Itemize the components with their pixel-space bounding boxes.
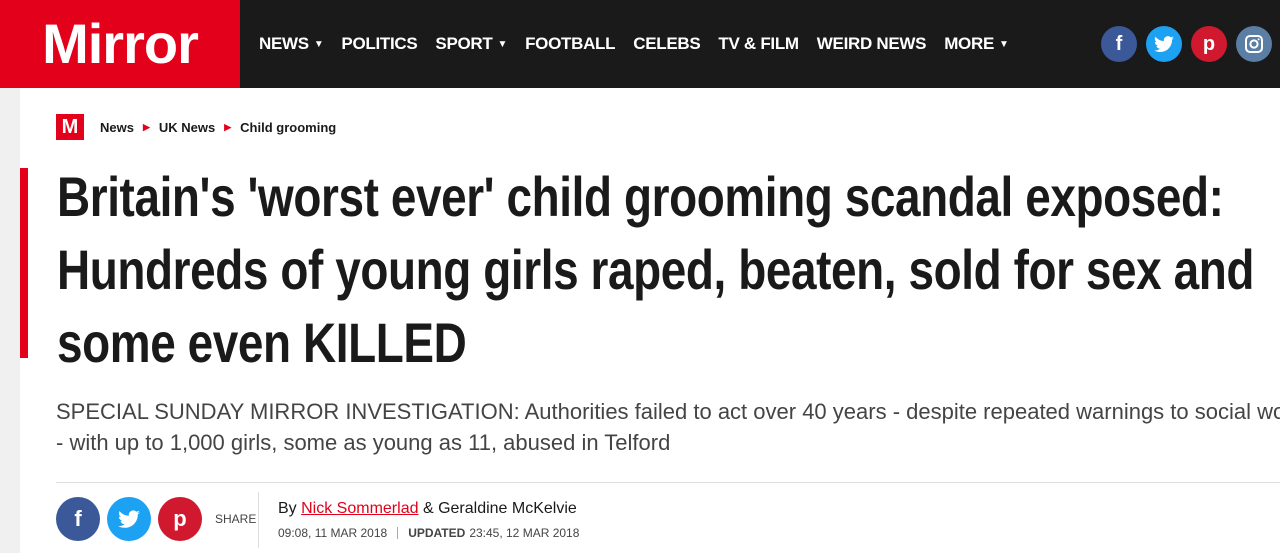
- caret-right-icon: ▶: [224, 121, 232, 132]
- article-headline: Britain's 'worst ever' child grooming sc…: [57, 160, 1255, 379]
- date-divider: [397, 527, 399, 539]
- byline-prefix: By: [278, 500, 297, 517]
- chevron-down-icon: ▼: [313, 38, 324, 50]
- article-container: M News ▶ UK News ▶ Child grooming Britai…: [20, 88, 1280, 553]
- nav-item-politics[interactable]: POLITICS: [341, 34, 417, 54]
- pinterest-icon[interactable]: p: [1191, 26, 1227, 62]
- top-nav-bar: Mirror NEWS ▼ POLITICS SPORT ▼ FOOTBALL CE…: [0, 0, 1280, 88]
- nav-item-football[interactable]: FOOTBALL: [525, 34, 615, 54]
- published-time: 09:08, 11 MAR 2018: [278, 526, 388, 540]
- article-dates: 09:08, 11 MAR 2018 UPDATED 23:45, 12 MAR…: [278, 526, 579, 540]
- chevron-down-icon: ▼: [497, 38, 508, 50]
- nav-item-celebs[interactable]: CELEBS: [633, 34, 700, 54]
- article-standfirst: SPECIAL SUNDAY MIRROR INVESTIGATION: Aut…: [56, 396, 1280, 458]
- byline-separator: [258, 492, 259, 548]
- nav-item-weird-news[interactable]: WEIRD NEWS: [817, 34, 927, 54]
- social-links: f p: [1101, 26, 1272, 62]
- standfirst-line: SPECIAL SUNDAY MIRROR INVESTIGATION: Aut…: [56, 399, 1280, 424]
- share-label: SHARE: [215, 512, 257, 526]
- share-twitter-icon[interactable]: [107, 497, 151, 541]
- headline-line: Britain's 'worst ever' child grooming sc…: [57, 165, 1224, 228]
- author-name: Geraldine McKelvie: [438, 500, 577, 517]
- nav-item-sport[interactable]: SPORT ▼: [435, 34, 507, 54]
- nav-item-tv-film[interactable]: TV & FILM: [718, 34, 799, 54]
- share-bar: f p SHARE: [56, 497, 256, 541]
- share-facebook-icon[interactable]: f: [56, 497, 100, 541]
- caret-right-icon: ▶: [142, 121, 150, 132]
- mirror-logo[interactable]: Mirror: [0, 0, 240, 88]
- mirror-m-badge[interactable]: M: [56, 114, 84, 140]
- twitter-icon[interactable]: [1146, 26, 1182, 62]
- author-link[interactable]: Nick Sommerlad: [301, 500, 418, 517]
- updated-label: UPDATED: [408, 526, 466, 540]
- nav-item-more[interactable]: MORE ▼: [944, 34, 1009, 54]
- share-pinterest-icon[interactable]: p: [158, 497, 202, 541]
- breadcrumb: M News ▶ UK News ▶ Child grooming: [56, 114, 336, 140]
- byline-and: &: [422, 500, 434, 517]
- instagram-icon[interactable]: [1236, 26, 1272, 62]
- main-nav: NEWS ▼ POLITICS SPORT ▼ FOOTBALL CELEBS TV…: [250, 0, 1018, 88]
- nav-item-news[interactable]: NEWS ▼: [259, 34, 324, 54]
- updated-time: 23:45, 12 MAR 2018: [469, 526, 580, 540]
- headline-line: Hundreds of young girls raped, beaten, s…: [57, 238, 1255, 301]
- divider: [56, 482, 1280, 483]
- headline-accent-bar: [20, 168, 28, 358]
- byline: By Nick Sommerlad & Geraldine McKelvie: [278, 500, 577, 518]
- facebook-icon[interactable]: f: [1101, 26, 1137, 62]
- breadcrumb-news[interactable]: News: [100, 120, 134, 135]
- breadcrumb-child-grooming[interactable]: Child grooming: [240, 120, 336, 135]
- headline-line: some even KILLED: [57, 311, 467, 374]
- standfirst-line: - with up to 1,000 girls, some as young …: [56, 430, 671, 455]
- breadcrumb-uk-news[interactable]: UK News: [159, 120, 215, 135]
- chevron-down-icon: ▼: [999, 38, 1009, 50]
